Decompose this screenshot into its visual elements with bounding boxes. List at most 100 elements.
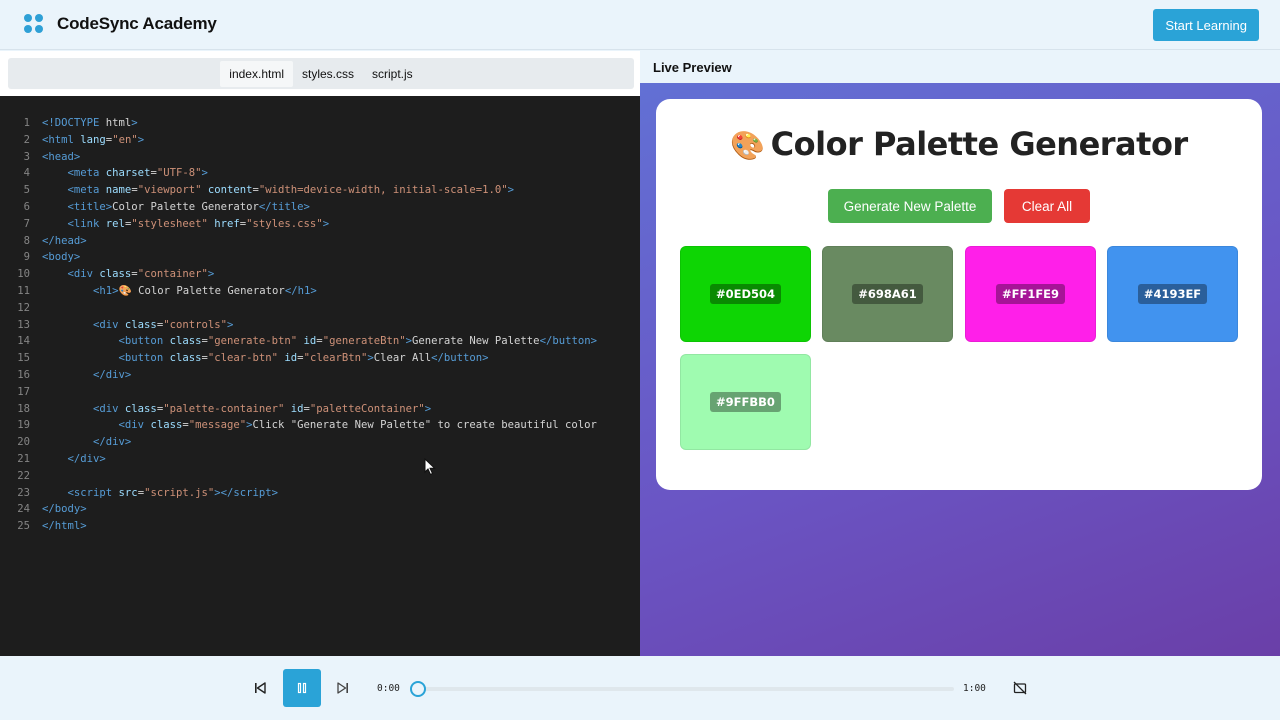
line-number: 4 [23,167,30,180]
live-preview: 🎨 Color Palette Generator Generate New Pa… [640,83,1280,656]
brand-title: CodeSync Academy [57,14,217,33]
line-number: 10 [17,268,30,281]
color-swatch[interactable]: #FF1FE9 [965,246,1096,342]
mouse-cursor-icon [424,458,436,476]
code-line: 17 [0,384,640,401]
line-number: 2 [23,133,30,146]
code-line: 2 <html lang="en"> [0,132,640,149]
color-swatch[interactable]: #4193EF [1107,246,1238,342]
code-line: 4 <meta charset="UTF-8"> [0,165,640,182]
code-text: <script src="script.js"></script> [67,486,279,499]
code-text: <html lang="en"> [42,133,145,146]
code-text: <body> [42,251,81,264]
app-card: 🎨 Color Palette Generator Generate New Pa… [656,99,1262,490]
start-learning-button[interactable]: Start Learning [1153,9,1259,41]
swatch-hex-label: #0ED504 [709,284,782,304]
code-text: </div> [93,436,132,449]
code-text: </html> [42,520,87,533]
tab-styles-css[interactable]: styles.css [293,61,363,87]
brand[interactable]: CodeSync Academy [24,14,217,34]
code-text: <div class="message">Click "Generate New… [118,419,597,432]
code-line: 1 <!DOCTYPE html> [0,115,640,132]
line-number: 7 [23,217,30,230]
swatch-hex-label: #9FFBB0 [710,392,781,412]
line-number: 9 [23,251,30,264]
line-number: 8 [23,234,30,247]
logo-icon [24,14,44,34]
code-text: <meta name="viewport" content="width=dev… [67,184,515,197]
swatch-hex-label: #FF1FE9 [995,284,1066,304]
seek-handle[interactable] [410,681,426,697]
line-number: 23 [17,486,30,499]
code-text: <div class="controls"> [93,318,234,331]
top-bar: CodeSync Academy Start Learning [0,0,1280,50]
code-line: 8 </head> [0,233,640,250]
app-title: 🎨 Color Palette Generator [656,125,1262,163]
generate-palette-button[interactable]: Generate New Palette [828,189,992,223]
code-line: 16 </div> [0,367,640,384]
line-number: 22 [17,469,30,482]
palette-icon: 🎨 [730,129,765,162]
current-time: 0:00 [377,683,400,694]
code-text: <div class="palette-container" id="palet… [93,402,432,415]
line-number: 15 [17,352,30,365]
code-text: </div> [93,368,132,381]
code-line: 25 </html> [0,518,640,535]
code-text: <meta charset="UTF-8"> [67,167,208,180]
code-line: 14 <button class="generate-btn" id="gene… [0,333,640,350]
line-number: 5 [23,184,30,197]
line-number: 1 [23,117,30,129]
line-number: 17 [17,385,30,398]
code-line: 11 <h1>🎨 Color Palette Generator</h1> [0,283,640,300]
code-text: </head> [42,234,87,247]
color-swatch[interactable]: #9FFBB0 [680,354,811,450]
pause-button[interactable] [283,669,321,707]
code-text: <div class="container"> [67,268,215,281]
preview-title: Live Preview [653,60,732,75]
preview-header: Live Preview [640,51,1280,83]
code-editor[interactable]: index.html styles.css script.js 1 <!DOCTY… [0,51,640,656]
line-number: 13 [17,318,30,331]
clear-all-button[interactable]: Clear All [1004,189,1090,223]
skip-forward-icon[interactable] [335,680,351,696]
code-text: <link rel="stylesheet" href="styles.css"… [67,217,330,230]
duration: 1:00 [963,683,986,694]
code-line: 22 [0,468,640,485]
code-line: 19 <div class="message">Click "Generate … [0,417,640,434]
code-content[interactable]: 1 <!DOCTYPE html> 2 <html lang="en"> 3 <head>… [0,115,640,535]
code-text: </body> [42,503,87,516]
code-line: 21 </div> [0,451,640,468]
line-number: 24 [17,503,30,516]
code-line: 12 [0,300,640,317]
color-swatch[interactable]: #0ED504 [680,246,811,342]
tab-index-html[interactable]: index.html [220,60,293,87]
line-number: 3 [23,150,30,163]
tab-script-js[interactable]: script.js [363,61,422,87]
file-tabs: index.html styles.css script.js [8,58,634,89]
skip-back-icon[interactable] [252,680,268,696]
code-line: 18 <div class="palette-container" id="pa… [0,401,640,418]
line-number: 20 [17,436,30,449]
code-line: 13 <div class="controls"> [0,317,640,334]
code-text: <button class="generate-btn" id="generat… [118,335,597,348]
code-line: 20 </div> [0,434,640,451]
code-text: <button class="clear-btn" id="clearBtn">… [118,352,489,365]
swatch-hex-label: #698A61 [852,284,923,304]
app-title-text: Color Palette Generator [770,125,1189,163]
code-line: 5 <meta name="viewport" content="width=d… [0,182,640,199]
captions-off-icon[interactable] [1012,680,1028,696]
code-line: 7 <link rel="stylesheet" href="styles.cs… [0,216,640,233]
file-tabs-container: index.html styles.css script.js [0,51,640,96]
color-swatch[interactable]: #698A61 [822,246,953,342]
code-line: 24 </body> [0,501,640,518]
line-number: 6 [23,200,30,213]
seek-bar[interactable] [418,687,954,691]
code-line: 23 <script src="script.js"></script> [0,485,640,502]
line-number: 14 [17,335,30,348]
line-number: 18 [17,402,30,415]
video-player-controls: 0:00 1:00 [0,656,1280,720]
pause-icon [297,682,307,694]
swatch-hex-label: #4193EF [1137,284,1208,304]
code-text: <title>Color Palette Generator</title> [67,200,310,213]
code-line: 3 <head> [0,149,640,166]
